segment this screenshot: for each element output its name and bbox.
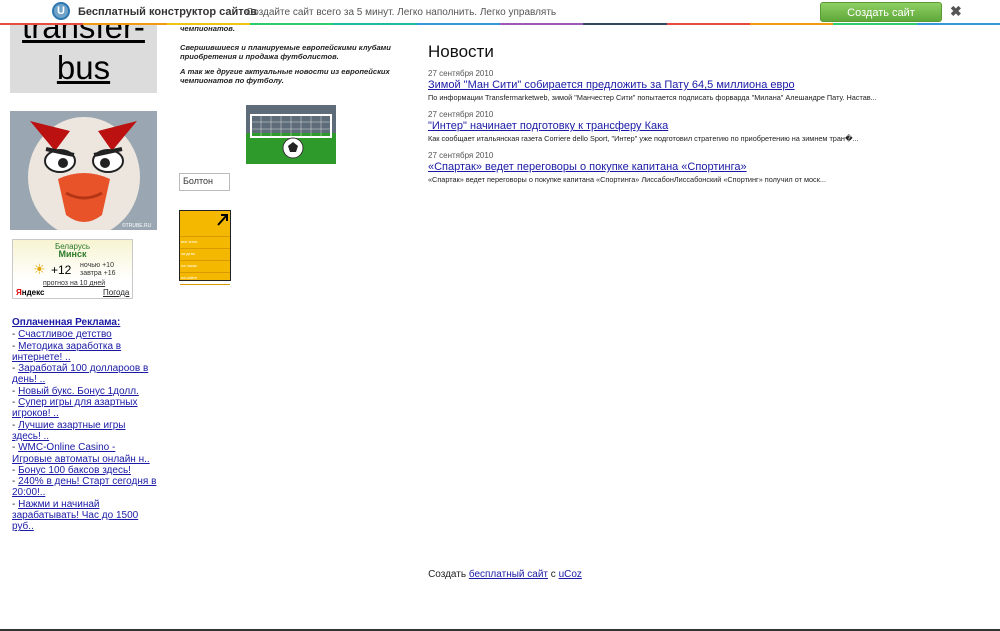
ad-item: - Супер игры для азартных игроков! .. bbox=[12, 397, 157, 420]
ad-link[interactable]: Методика заработка в интернете! .. bbox=[12, 341, 121, 363]
news-item: 27 сентября 2010 «Спартак» ведет перегов… bbox=[428, 151, 898, 184]
promo-tagline: Создайте сайт всего за 5 минут. Легко на… bbox=[246, 7, 557, 18]
news-item: 27 сентября 2010 Зимой "Ман Сити" собира… bbox=[428, 69, 898, 102]
news-date: 27 сентября 2010 bbox=[428, 69, 494, 78]
yandex-logo[interactable]: Яндекс bbox=[16, 288, 44, 297]
ad-item: - WMC-Online Casino - Игровые автоматы о… bbox=[12, 442, 157, 465]
weather-temp: +12 bbox=[51, 263, 72, 277]
stripe-segment bbox=[249, 23, 334, 25]
pogoda-link[interactable]: Погода bbox=[103, 288, 129, 297]
stripe-segment bbox=[916, 23, 1000, 25]
ad-item: - Новый букс. Бонус 1долл. bbox=[12, 386, 157, 397]
stripe-segment bbox=[583, 23, 667, 25]
ad-link[interactable]: Заработай 100 доллароов в день! .. bbox=[12, 363, 148, 385]
news-date: 27 сентября 2010 bbox=[428, 110, 494, 119]
ucoz-promo-bar: U Бесплатный конструктор сайтов Создайте… bbox=[0, 0, 1000, 39]
weather-tomorrow: завтра +16 bbox=[80, 270, 116, 277]
ad-link[interactable]: WMC-Online Casino - Игровые автоматы онл… bbox=[12, 442, 150, 464]
ad-link[interactable]: Новый букс. Бонус 1долл. bbox=[18, 386, 139, 397]
ad-item: - Бонус 100 баксов здесь! bbox=[12, 465, 157, 476]
news-snippet: По информации Transfermarketweb, зимой "… bbox=[428, 93, 877, 102]
free-site-link[interactable]: бесплатный сайт bbox=[469, 569, 548, 580]
ad-link[interactable]: Счастливое детство bbox=[18, 329, 112, 340]
ad-link[interactable]: 240% в день! Старт сегодня в 20:00!.. bbox=[12, 476, 156, 498]
ad-item: - Методика заработка в интернете! .. bbox=[12, 341, 157, 364]
weather-city[interactable]: Минск bbox=[13, 249, 132, 259]
counter-row: на часах bbox=[180, 260, 230, 272]
svg-text:©TRUBE.RU: ©TRUBE.RU bbox=[122, 222, 152, 229]
ad-link[interactable]: Бонус 100 баксов здесь! bbox=[18, 465, 131, 476]
site-logo-line2[interactable]: bus bbox=[10, 49, 157, 87]
yandex-logo-rest: ндекс bbox=[21, 288, 45, 297]
ucoz-link[interactable]: uCoz bbox=[559, 569, 582, 580]
arrow-icon bbox=[217, 214, 228, 226]
ad-item: - Нажми и начинай зарабатывать! Час до 1… bbox=[12, 499, 157, 533]
ad-link[interactable]: Лучшие азартные игры здесь! .. bbox=[12, 420, 126, 442]
yandex-weather-widget[interactable]: Беларусь Минск ☀ +12 ночью +10 завтра +1… bbox=[12, 239, 133, 299]
soccer-ball-image bbox=[246, 105, 336, 164]
footer: Создать бесплатный сайт с uCoz bbox=[0, 569, 1000, 580]
stripe-segment bbox=[416, 23, 500, 25]
ad-link[interactable]: Нажми и начинай зарабатывать! Час до 150… bbox=[12, 499, 138, 533]
news-title-link[interactable]: "Интер" начинает подготовку к трансферу … bbox=[428, 120, 898, 132]
sun-icon: ☀ bbox=[33, 261, 46, 277]
stripe-segment bbox=[83, 23, 167, 25]
ad-link[interactable]: Супер игры для азартных игроков! .. bbox=[12, 397, 138, 419]
news-date: 27 сентября 2010 bbox=[428, 151, 494, 160]
forecast-link[interactable]: прогноз на 10 дней bbox=[43, 280, 105, 287]
stripe-segment bbox=[749, 23, 834, 25]
ad-item: - Счастливое детство bbox=[12, 329, 157, 340]
ucoz-logo-icon[interactable]: U bbox=[52, 2, 70, 20]
site-description: чемпионатов. Свершившиеся и планируемые … bbox=[180, 24, 405, 91]
ad-item: - 240% в день! Старт сегодня в 20:00!.. bbox=[12, 476, 157, 499]
news-heading: Новости bbox=[428, 42, 494, 61]
description-fragment: чемпионатов. bbox=[180, 24, 235, 33]
bolton-image-placeholder: Болтон bbox=[179, 173, 230, 191]
counter-row: на сайтах bbox=[180, 284, 230, 296]
ads-list: - Счастливое детство - Методика заработка… bbox=[12, 329, 157, 532]
news-snippet: «Спартак» ведет переговоры о покупке кап… bbox=[428, 175, 826, 184]
ads-heading[interactable]: Оплаченная Реклама: bbox=[12, 317, 120, 328]
news-snippet: Как сообщает итальянская газета Corriere… bbox=[428, 134, 859, 143]
close-icon[interactable]: ✖ bbox=[950, 3, 962, 20]
counter-row: все хиты bbox=[180, 236, 230, 248]
stripe-segment bbox=[333, 23, 417, 25]
mascot-image: ©TRUBE.RU bbox=[10, 111, 157, 230]
stripe-segment bbox=[666, 23, 750, 25]
counter-row: за день bbox=[180, 248, 230, 260]
stripe-segment bbox=[499, 23, 584, 25]
stripe-segment bbox=[166, 23, 250, 25]
counter-rows: все хиты за день на часах на сайте на сайтах bbox=[180, 236, 230, 296]
description-paragraph-1: Свершившиеся и планируемые европейскими … bbox=[180, 42, 391, 62]
paid-ads-block: Оплаченная Реклама: - Счастливое детство… bbox=[12, 317, 157, 533]
counter-row: на сайте bbox=[180, 272, 230, 284]
stripe-segment bbox=[0, 23, 84, 25]
promo-brand[interactable]: Бесплатный конструктор сайтов bbox=[78, 6, 257, 18]
ad-item: - Лучшие азартные игры здесь! .. bbox=[12, 420, 157, 443]
news-title-link[interactable]: Зимой "Ман Сити" собирается предложить з… bbox=[428, 79, 898, 91]
hit-counter[interactable]: все хиты за день на часах на сайте на сайтах bbox=[179, 210, 231, 292]
footer-prefix: Создать bbox=[428, 569, 469, 580]
ad-item: - Заработай 100 доллароов в день! .. bbox=[12, 363, 157, 386]
create-site-button[interactable]: Создать сайт бесплатно bbox=[820, 2, 942, 39]
news-item: 27 сентября 2010 "Интер" начинает подгот… bbox=[428, 110, 898, 143]
description-paragraph-2: А так же другие актуальные новости из ев… bbox=[180, 66, 390, 86]
news-title-link[interactable]: «Спартак» ведет переговоры о покупке кап… bbox=[428, 161, 898, 173]
color-stripe bbox=[0, 23, 1000, 25]
stripe-segment bbox=[833, 23, 917, 25]
footer-middle: с bbox=[548, 569, 559, 580]
weather-night: ночью +10 bbox=[80, 262, 114, 269]
